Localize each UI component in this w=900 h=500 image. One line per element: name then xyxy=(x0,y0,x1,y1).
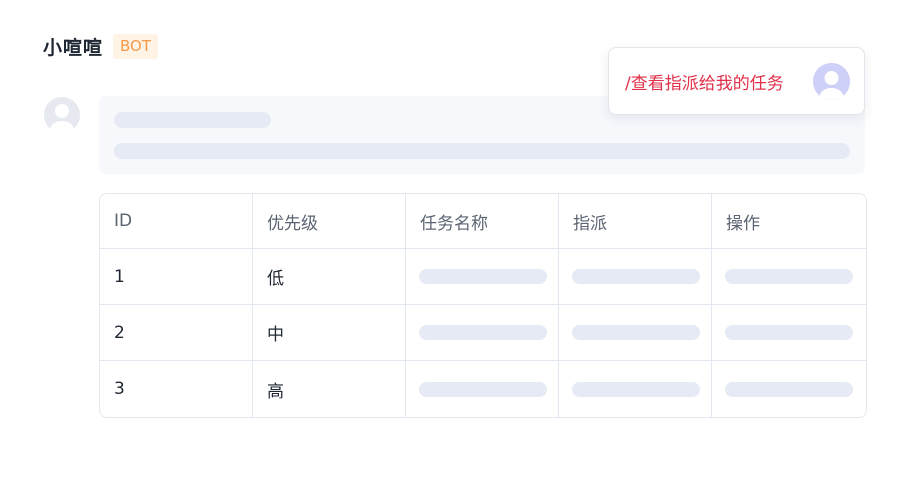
table-row[interactable]: 3 高 xyxy=(100,361,866,417)
skeleton-line xyxy=(114,143,850,159)
cell-task-name xyxy=(406,249,559,305)
bot-badge: BOT xyxy=(113,34,159,59)
skeleton-line xyxy=(572,269,700,284)
cell-actions xyxy=(712,305,866,361)
cell-id: 2 xyxy=(100,305,253,361)
command-text: /查看指派给我的任务 xyxy=(625,73,784,94)
cell-priority: 低 xyxy=(253,249,406,305)
cell-actions xyxy=(712,249,866,305)
column-header-task-name: 任务名称 xyxy=(406,194,559,249)
skeleton-line xyxy=(114,112,271,128)
cell-assignee xyxy=(559,305,712,361)
column-header-assignee: 指派 xyxy=(559,194,712,249)
command-bubble[interactable]: /查看指派给我的任务 xyxy=(608,47,865,115)
user-silhouette-icon xyxy=(813,62,850,100)
cell-assignee xyxy=(559,249,712,305)
cell-task-name xyxy=(406,305,559,361)
column-header-actions: 操作 xyxy=(712,194,866,249)
column-header-id: ID xyxy=(100,194,253,249)
cell-task-name xyxy=(406,361,559,417)
bot-avatar xyxy=(44,97,80,133)
table-header-row: ID 优先级 任务名称 指派 操作 xyxy=(100,194,866,249)
cell-priority: 中 xyxy=(253,305,406,361)
cell-id: 3 xyxy=(100,361,253,417)
skeleton-line xyxy=(419,325,547,340)
chat-view: 小喧喧 BOT /查看指派给我的任务 ID 优先级 任务名称 指派 操作 1 低… xyxy=(0,0,900,500)
skeleton-line xyxy=(419,381,547,397)
user-silhouette-icon xyxy=(44,97,80,133)
skeleton-line xyxy=(572,381,700,397)
skeleton-line xyxy=(419,269,547,284)
cell-actions xyxy=(712,361,866,417)
skeleton-line xyxy=(572,325,700,340)
bot-name: 小喧喧 xyxy=(43,37,104,59)
skeleton-line xyxy=(725,325,853,340)
cell-id: 1 xyxy=(100,249,253,305)
cell-assignee xyxy=(559,361,712,417)
user-avatar[interactable] xyxy=(813,62,850,100)
column-header-priority: 优先级 xyxy=(253,194,406,249)
table-row[interactable]: 1 低 xyxy=(100,249,866,305)
task-table: ID 优先级 任务名称 指派 操作 1 低 2 中 3 高 xyxy=(99,193,867,418)
cell-priority: 高 xyxy=(253,361,406,417)
table-row[interactable]: 2 中 xyxy=(100,305,866,361)
skeleton-line xyxy=(725,269,853,284)
skeleton-line xyxy=(725,381,853,397)
bot-header: 小喧喧 BOT xyxy=(43,33,159,60)
